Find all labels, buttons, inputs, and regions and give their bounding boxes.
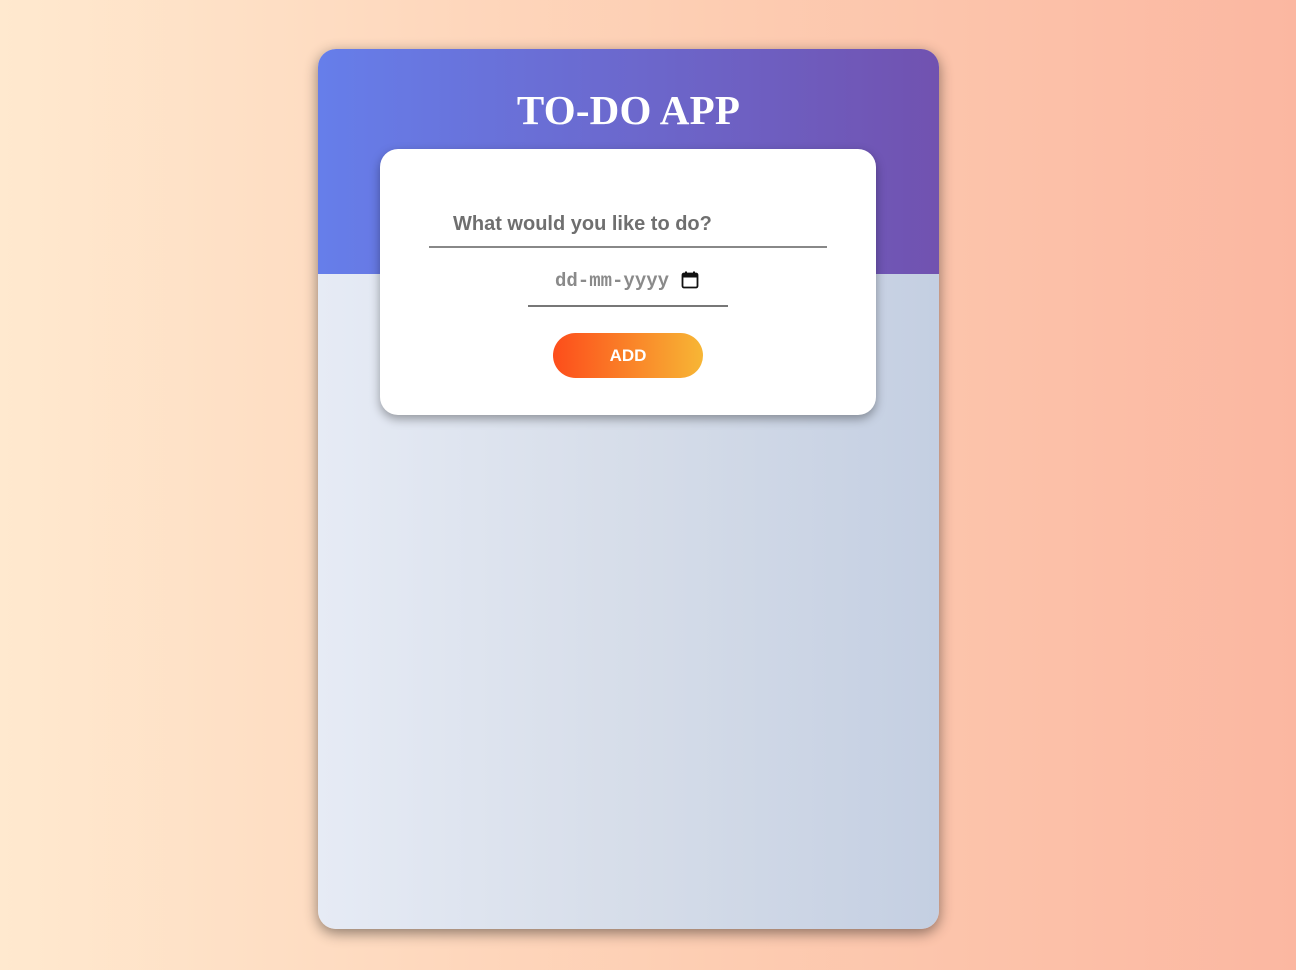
date-input[interactable]: dd-mm-yyyy — [528, 261, 728, 307]
app-title: TO-DO APP — [516, 87, 741, 133]
add-button[interactable]: ADD — [553, 333, 703, 378]
calendar-icon[interactable] — [681, 271, 699, 289]
todo-app-card: TO-DO APP dd-mm-yyyy ADD — [318, 49, 939, 929]
date-placeholder: dd-mm-yyyy — [555, 270, 670, 292]
task-form-card: dd-mm-yyyy ADD — [380, 149, 876, 415]
task-input[interactable] — [429, 202, 827, 248]
